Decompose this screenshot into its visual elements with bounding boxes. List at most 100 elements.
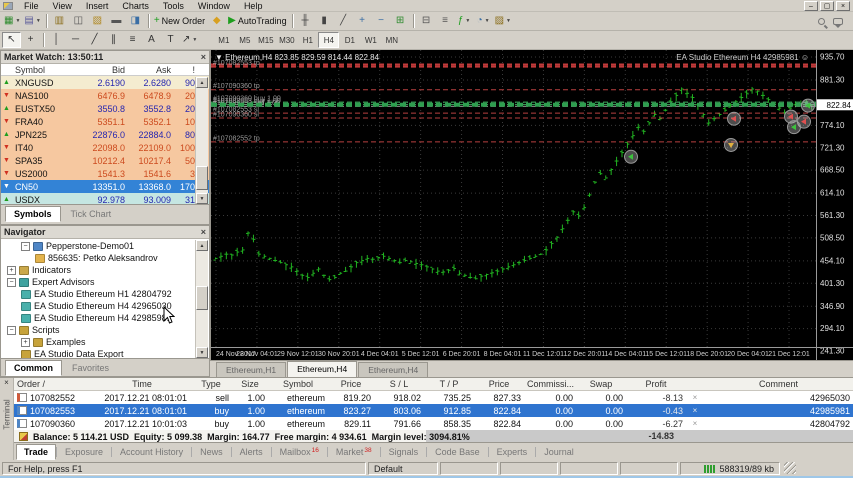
templates-button[interactable]: ▨ ▼ [493,13,513,29]
cascade-windows-button[interactable]: ⊟ [417,13,436,29]
chart-bars-button[interactable]: ╫ [296,13,315,29]
price-chart[interactable]: 24 Nov 201728 Nov 04:01 29 Nov 12:01 30 No… [211,50,853,360]
tree-expander-icon[interactable]: − [7,277,16,287]
timeframe-m15[interactable]: M15 [255,32,276,48]
terminal-tab-alerts[interactable]: Alerts [232,444,271,460]
tab-tick-chart[interactable]: Tick Chart [62,206,121,222]
market-watch-scrollbar[interactable]: ▲ ▼ [195,77,208,204]
navigator-item[interactable]: + Indicators [1,264,209,276]
tab-symbols[interactable]: Symbols [5,206,61,222]
scrollbar-thumb[interactable] [196,166,208,190]
toggle-terminal-button[interactable]: ▬ [107,13,126,29]
column-sl[interactable]: S / L [374,379,424,389]
market-watch-row-nas100[interactable]: ▼ NAS100 6476.9 6478.9 20 [1,89,209,102]
resize-grip[interactable] [784,462,796,474]
timeframe-mn[interactable]: MN [381,32,402,48]
market-watch-row-xngusd[interactable]: ▲ XNGUSD 2.6190 2.6280 90 [1,76,209,89]
text-tool-button[interactable]: A [142,32,161,48]
zoom-in-button[interactable]: + [353,13,372,29]
order-row-107082553[interactable]: 107082553 2017.12.21 08:01:01 buy 1.00 ether… [14,404,853,417]
chart-tab-2[interactable]: Ethereum,H4 [358,362,429,377]
label-tool-button[interactable]: T [161,32,180,48]
menu-file[interactable]: File [17,0,46,12]
terminal-tab-trade[interactable]: Trade [16,444,57,460]
terminal-tab-mailbox[interactable]: Mailbox 16 [272,444,327,460]
column-price[interactable]: Price [328,379,374,389]
autotrading-button[interactable]: ▶ AutoTrading [226,13,288,29]
toggle-data-window-button[interactable]: ◫ [69,13,88,29]
tile-windows-button[interactable]: ⊞ [391,13,410,29]
column-profit[interactable]: Profit [626,379,686,389]
chart-tab-1[interactable]: Ethereum,H4 [287,361,358,377]
scroll-up-icon[interactable]: ▲ [196,77,208,88]
scroll-down-icon[interactable]: ▼ [196,347,208,358]
column-bid[interactable]: Bid [75,65,125,75]
order-row-107082552[interactable]: 107082552 2017.12.21 08:01:01 sell 1.00 ethe… [14,391,853,404]
terminal-tab-experts[interactable]: Experts [489,444,536,460]
chart-candlesticks-button[interactable]: ▮ [315,13,334,29]
terminal-tab-account-history[interactable]: Account History [112,444,191,460]
column-comment[interactable]: Comment [704,379,853,389]
navigator-item[interactable]: − Scripts [1,324,209,336]
market-watch-row-spa35[interactable]: ▼ SPA35 10212.4 10217.4 50 [1,154,209,167]
menu-insert[interactable]: Insert [79,0,116,12]
new-chart-button[interactable]: ▦ ▼ [2,13,22,29]
navigator-item[interactable]: EA Studio Ethereum H4 42985981 [1,312,209,324]
navigator-item[interactable]: − Expert Advisors [1,276,209,288]
timeframe-m1[interactable]: M1 [213,32,234,48]
tree-expander-icon[interactable]: − [21,241,30,251]
column-size[interactable]: Size [232,379,268,389]
navigator-item[interactable]: 856635: Petko Aleksandrov [1,252,209,264]
periods-button[interactable]: ◔ ▼ [474,13,493,29]
scroll-up-icon[interactable]: ▲ [196,240,208,251]
new-order-button[interactable]: + New Order [152,13,207,29]
fibonacci-tool-button[interactable]: ≡ [123,32,142,48]
crosshair-tool-button[interactable]: + [21,32,40,48]
navigator-item[interactable]: EA Studio Ethereum H4 42965030 [1,300,209,312]
timeframe-m30[interactable]: M30 [276,32,297,48]
toggle-navigator-button[interactable]: ▧ [88,13,107,29]
market-watch-close-icon[interactable]: × [201,52,206,62]
column-commission[interactable]: Commissi... [524,379,576,389]
metaeditor-button[interactable]: ◆ [207,13,226,29]
terminal-tab-exposure[interactable]: Exposure [57,444,111,460]
column-swap[interactable]: Swap [576,379,626,389]
column-symbol[interactable]: Symbol [3,65,75,75]
navigator-item[interactable]: + Examples [1,336,209,348]
close-order-icon[interactable]: × [686,419,704,428]
menu-tools[interactable]: Tools [156,0,191,12]
navigator-close-icon[interactable]: × [201,227,206,237]
tab-common[interactable]: Common [5,360,62,376]
terminal-close-icon[interactable]: × [0,378,13,387]
close-order-icon[interactable]: × [686,393,704,402]
navigator-item[interactable]: − Pepperstone-Demo01 [1,240,209,252]
column-order[interactable]: Order / [14,379,94,389]
chart-line-button[interactable]: ╱ [334,13,353,29]
navigator-item[interactable]: EA Studio Ethereum H1 42804792 [1,288,209,300]
column-tp[interactable]: T / P [424,379,474,389]
toggle-strategy-tester-button[interactable]: ◨ [126,13,145,29]
chart-tab-0[interactable]: Ethereum,H1 [216,362,287,377]
market-watch-row-cn50[interactable]: ▼ CN50 13351.0 13368.0 170 [1,180,209,193]
scroll-down-icon[interactable]: ▼ [196,193,208,204]
tree-expander-icon[interactable]: − [7,325,16,335]
close-button[interactable]: × [836,0,850,11]
menu-view[interactable]: View [46,0,79,12]
timeframe-h4[interactable]: H4 [318,32,340,48]
chat-icon[interactable] [833,17,843,28]
minimize-button[interactable]: – [804,0,818,11]
shapes-tool-button[interactable]: ↗ ▼ [180,32,199,48]
timeframe-m5[interactable]: M5 [234,32,255,48]
vertical-line-tool-button[interactable]: │ [47,32,66,48]
status-profile[interactable]: Default [368,461,438,475]
column-symbol[interactable]: Symbol [268,379,328,389]
menu-help[interactable]: Help [237,0,270,12]
profiles-button[interactable]: ▤ ▼ [22,13,42,29]
column-spread[interactable]: ! [171,65,195,75]
menu-charts[interactable]: Charts [115,0,156,12]
close-order-icon[interactable]: × [686,406,704,415]
column-time[interactable]: Time [94,379,190,389]
terminal-tab-market[interactable]: Market 38 [328,444,380,460]
channel-tool-button[interactable]: ∥ [104,32,123,48]
trendline-tool-button[interactable]: ╱ [85,32,104,48]
